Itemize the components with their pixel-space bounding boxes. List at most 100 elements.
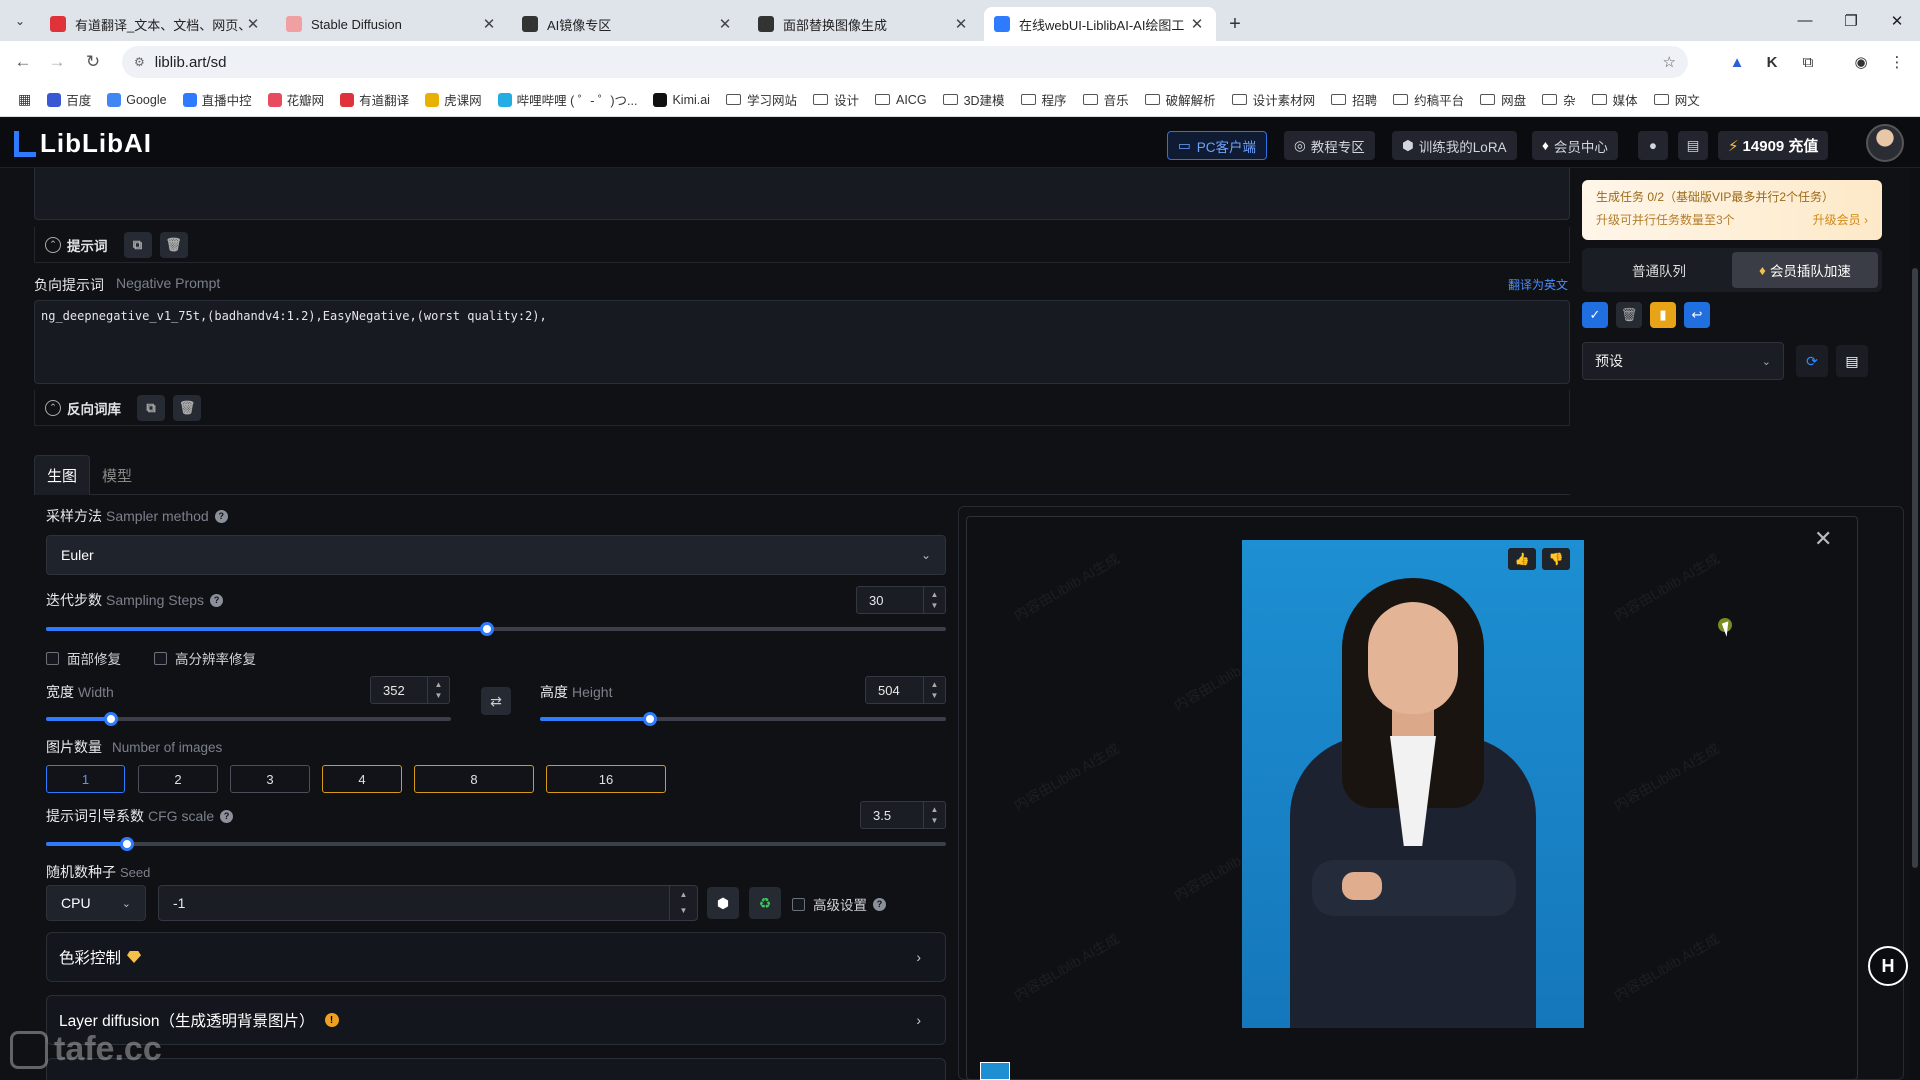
bookmark-item[interactable]: Kimi.ai xyxy=(653,92,710,107)
browser-tab[interactable]: 有道翻译_文本、文档、网页、 ✕ xyxy=(40,7,272,41)
browser-menu-icon[interactable]: ⋮ xyxy=(1882,41,1912,83)
help-icon[interactable]: ? xyxy=(220,809,234,823)
negative-prompt-textarea[interactable]: ng_deepnegative_v1_75t,(badhandv4:1.2),E… xyxy=(34,300,1570,384)
liblib-logo[interactable]: LibLibAI xyxy=(14,128,152,159)
layer-diffusion-accordion[interactable]: Layer diffusion（生成透明背景图片）! › xyxy=(46,995,946,1045)
slider-handle[interactable] xyxy=(480,622,494,636)
num-images-option[interactable]: 1 xyxy=(46,765,125,793)
preset-select[interactable]: 预设 ⌄ xyxy=(1582,342,1784,380)
copy-icon[interactable]: ⧉ xyxy=(137,394,165,421)
extensions-puzzle-icon[interactable]: ⧉ xyxy=(1793,41,1823,83)
recycle-seed-button[interactable]: ♻ xyxy=(749,887,781,919)
close-tab-icon[interactable]: ✕ xyxy=(952,15,970,33)
help-icon[interactable]: ? xyxy=(214,509,228,523)
width-input[interactable]: 352 ▲ ▼ xyxy=(370,676,450,704)
prompt-collapse-label[interactable]: 提示词 xyxy=(67,235,108,255)
close-tab-icon[interactable]: ✕ xyxy=(244,15,262,33)
browser-tab[interactable]: 面部替换图像生成 ✕ xyxy=(748,7,980,41)
bookmark-folder[interactable]: 媒体 xyxy=(1591,90,1638,109)
num-images-option[interactable]: 2 xyxy=(138,765,218,793)
tab-generate[interactable]: 生图 xyxy=(34,455,91,495)
files-button[interactable]: ▤ xyxy=(1678,131,1708,160)
reload-icon[interactable]: ↻ xyxy=(78,52,108,72)
bookmark-folder[interactable]: 网文 xyxy=(1653,90,1700,109)
seed-input[interactable]: -1 ▲ ▼ xyxy=(158,885,698,921)
chevron-up-icon[interactable]: ⌃ xyxy=(45,236,61,253)
close-tab-icon[interactable]: ✕ xyxy=(480,15,498,33)
translate-link[interactable]: 翻译为英文 xyxy=(1508,276,1568,293)
num-images-option[interactable]: 4 xyxy=(322,765,402,793)
messages-button[interactable]: ● xyxy=(1638,131,1668,160)
queue-vip-button[interactable]: ♦ 会员插队加速 xyxy=(1732,252,1878,288)
pc-client-button[interactable]: ▭ PC客户端 xyxy=(1167,131,1268,160)
credits-button[interactable]: ⚡ 14909 充值 xyxy=(1718,131,1829,160)
browser-tab[interactable]: 在线webUI-LiblibAI-AI绘图工 ✕ xyxy=(984,7,1216,41)
forward-icon[interactable]: → xyxy=(42,52,72,72)
scrollbar-thumb[interactable] xyxy=(1912,268,1918,868)
bookmark-folder[interactable]: 约稿平台 xyxy=(1393,90,1464,109)
stepper-icon[interactable]: ▲ ▼ xyxy=(923,677,945,703)
avatar[interactable] xyxy=(1866,124,1904,162)
face-fix-checkbox[interactable]: 面部修复 xyxy=(46,648,121,668)
site-info-icon[interactable]: ⚙ xyxy=(134,55,145,69)
bookmark-icon[interactable]: ▮ xyxy=(1650,302,1676,328)
num-images-option[interactable]: 3 xyxy=(230,765,310,793)
close-tab-icon[interactable]: ✕ xyxy=(716,15,734,33)
tab-model[interactable]: 模型 xyxy=(90,455,144,495)
copy-icon[interactable]: ⧉ xyxy=(123,231,152,258)
checkbox-icon[interactable] xyxy=(46,651,59,665)
trash-icon[interactable]: 🗑 xyxy=(1616,302,1642,328)
extension-k-icon[interactable]: K xyxy=(1757,41,1787,83)
steps-input[interactable]: 30 ▲ ▼ xyxy=(856,586,946,614)
help-icon[interactable]: ? xyxy=(210,593,224,607)
num-images-option[interactable]: 8 xyxy=(414,765,534,793)
height-slider[interactable] xyxy=(540,712,946,726)
bookmark-folder[interactable]: 招聘 xyxy=(1331,90,1377,109)
queue-normal-button[interactable]: 普通队列 xyxy=(1586,252,1732,288)
checkbox-icon[interactable] xyxy=(792,897,805,911)
train-lora-button[interactable]: ⬢ 训练我的LoRA xyxy=(1392,131,1517,160)
close-window-icon[interactable]: ✕ xyxy=(1874,0,1920,41)
assistant-h-button[interactable]: H xyxy=(1868,946,1908,986)
advanced-settings-checkbox[interactable]: 高级设置? xyxy=(792,894,886,914)
chevron-up-icon[interactable]: ⌃ xyxy=(45,399,61,416)
sampler-select[interactable]: Euler ⌄ xyxy=(46,535,946,575)
bookmark-folder[interactable]: 设计素材网 xyxy=(1231,90,1315,109)
close-tab-icon[interactable]: ✕ xyxy=(1188,15,1206,33)
generated-image[interactable] xyxy=(1242,540,1584,1028)
page-scrollbar[interactable] xyxy=(1910,168,1920,1080)
steps-slider[interactable] xyxy=(46,622,946,636)
bookmark-item[interactable]: 有道翻译 xyxy=(340,90,409,109)
trash-icon[interactable]: 🗑 xyxy=(159,231,188,258)
bookmark-folder[interactable]: 音乐 xyxy=(1082,90,1129,109)
bookmark-item[interactable]: 百度 xyxy=(47,90,91,109)
bookmark-folder[interactable]: 程序 xyxy=(1020,90,1067,109)
bookmark-folder[interactable]: 3D建模 xyxy=(942,90,1005,109)
close-icon[interactable]: ✕ xyxy=(1814,526,1832,552)
save-preset-button[interactable]: ▤ xyxy=(1836,345,1868,377)
extension-icon[interactable]: ▲ xyxy=(1722,41,1752,83)
bookmark-folder[interactable]: 杂 xyxy=(1542,90,1576,109)
bookmark-item[interactable]: Google xyxy=(107,92,167,107)
apps-grid-icon[interactable]: ▦ xyxy=(18,91,31,108)
device-select[interactable]: CPU ⌄ xyxy=(46,885,146,921)
thumbs-up-icon[interactable]: 👍 xyxy=(1508,548,1536,570)
url-field[interactable]: ⚙ liblib.art/sd ☆ xyxy=(122,46,1688,78)
bookmark-item[interactable]: 虎课网 xyxy=(425,90,482,109)
bookmark-item[interactable]: 直播中控 xyxy=(182,90,252,109)
num-images-option[interactable]: 16 xyxy=(546,765,666,793)
minimize-icon[interactable]: — xyxy=(1782,0,1828,41)
tutorials-button[interactable]: ◎ 教程专区 xyxy=(1284,131,1375,160)
bookmark-folder[interactable]: AICG xyxy=(875,93,927,107)
bookmark-folder[interactable]: 设计 xyxy=(812,90,859,109)
random-dice-button[interactable]: ⬢ xyxy=(707,887,739,919)
cfg-slider[interactable] xyxy=(46,837,946,851)
checkbox-tool-icon[interactable]: ✓ xyxy=(1582,302,1608,328)
checkbox-icon[interactable] xyxy=(154,651,167,665)
slider-handle[interactable] xyxy=(120,837,134,851)
cfg-input[interactable]: 3.5 ▲ ▼ xyxy=(860,801,946,829)
browser-tab[interactable]: AI镜像专区 ✕ xyxy=(512,7,744,41)
swap-dimensions-button[interactable]: ⇄ xyxy=(481,687,511,715)
width-slider[interactable] xyxy=(46,712,451,726)
thumbs-down-icon[interactable]: 👎 xyxy=(1542,548,1570,570)
